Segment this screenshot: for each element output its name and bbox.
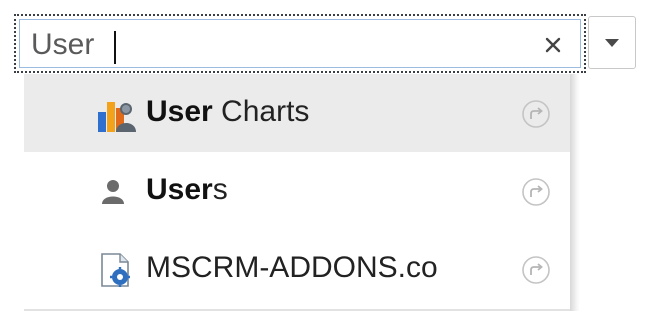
results-list-shadow — [570, 74, 580, 311]
open-record-icon[interactable] — [520, 254, 552, 286]
lookup-search-panel: User Charts Users — [0, 0, 650, 311]
search-box-focus-outline — [14, 14, 586, 73]
result-label: Users — [146, 173, 228, 206]
user-icon — [96, 172, 136, 212]
clear-icon[interactable] — [542, 28, 564, 62]
result-label: MSCRM-ADDONS.co — [146, 251, 438, 284]
text-cursor — [114, 31, 116, 64]
web-resource-icon — [96, 250, 136, 290]
user-charts-icon — [96, 94, 136, 134]
result-label: User Charts — [146, 95, 310, 128]
result-item-mscrm-addons[interactable]: MSCRM-ADDONS.co — [24, 230, 570, 308]
results-list: User Charts Users MSCRM-ADDONS.co — [24, 74, 570, 311]
result-item-user-charts[interactable]: User Charts — [24, 74, 570, 152]
search-input[interactable] — [31, 24, 511, 66]
dropdown-toggle-button[interactable] — [588, 16, 636, 69]
open-record-icon[interactable] — [520, 98, 552, 130]
caret-down-icon — [605, 38, 619, 47]
result-item-users[interactable]: Users — [24, 152, 570, 230]
search-box[interactable] — [19, 19, 581, 68]
open-record-icon[interactable] — [520, 176, 552, 208]
